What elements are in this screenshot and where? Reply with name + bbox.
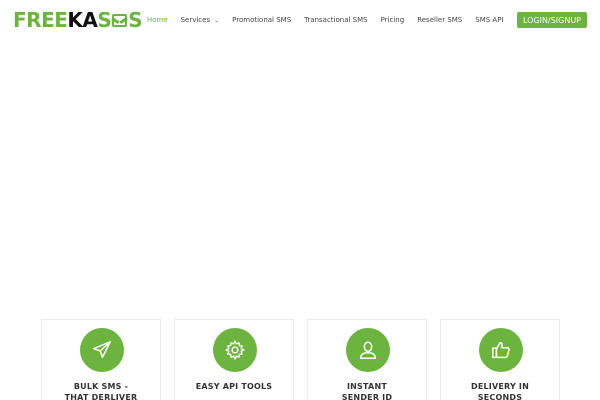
site-header: FREE KA S S Home Services ⌄ Promotional … — [0, 0, 600, 40]
user-icon — [359, 341, 377, 359]
nav-item-pricing[interactable]: Pricing — [381, 16, 405, 24]
nav-item-label: SMS API — [475, 16, 504, 24]
feature-icon-circle — [479, 328, 523, 372]
feature-icon-circle — [346, 328, 390, 372]
gear-icon — [224, 339, 246, 361]
feature-title: DELIVERY IN SECONDS — [470, 382, 529, 400]
feature-icon-circle — [213, 328, 257, 372]
feature-icon-circle — [80, 328, 124, 372]
main-nav: Home Services ⌄ Promotional SMS Transact… — [140, 0, 600, 40]
nav-item-reseller-sms[interactable]: Reseller SMS — [417, 16, 462, 24]
logo-text-s: S — [97, 8, 112, 32]
feature-title: INSTANT SENDER ID — [341, 382, 393, 400]
thumbs-up-icon — [492, 341, 510, 359]
nav-item-label: Promotional SMS — [232, 16, 292, 24]
nav-item-label: Transactional SMS — [304, 16, 368, 24]
site-logo[interactable]: FREE KA S S — [13, 8, 143, 32]
nav-item-services[interactable]: Services ⌄ — [181, 16, 220, 24]
chevron-down-icon: ⌄ — [214, 16, 220, 24]
nav-item-sms-api[interactable]: SMS API — [475, 16, 503, 24]
nav-item-transactional-sms[interactable]: Transactional SMS — [304, 16, 367, 24]
envelope-icon — [112, 13, 128, 27]
nav-item-label: Home — [146, 16, 168, 24]
feature-title: BULK SMS - THAT DERLIVER — [64, 382, 138, 400]
feature-card-bulk-sms: BULK SMS - THAT DERLIVER — [41, 319, 161, 400]
feature-title: EASY API TOOLS — [195, 382, 273, 391]
page: FREE KA S S Home Services ⌄ Promotional … — [0, 0, 600, 400]
nav-item-promotional-sms[interactable]: Promotional SMS — [232, 16, 291, 24]
feature-cards: BULK SMS - THAT DERLIVER EASY API TOOLS … — [41, 319, 560, 400]
feature-card-api-tools: EASY API TOOLS — [174, 319, 294, 400]
nav-item-label: Pricing — [380, 16, 405, 24]
login-signup-button[interactable]: LOGIN/SIGNUP — [516, 12, 587, 28]
nav-item-label: Services — [180, 16, 211, 24]
logo-text-ka: KA — [67, 8, 98, 32]
nav-item-label: Reseller SMS — [417, 16, 463, 24]
paper-plane-icon — [93, 341, 111, 359]
nav-item-home[interactable]: Home — [147, 16, 168, 24]
feature-card-sender-id: INSTANT SENDER ID — [307, 319, 427, 400]
feature-card-delivery: DELIVERY IN SECONDS — [440, 319, 560, 400]
logo-text-free: FREE — [13, 8, 68, 32]
